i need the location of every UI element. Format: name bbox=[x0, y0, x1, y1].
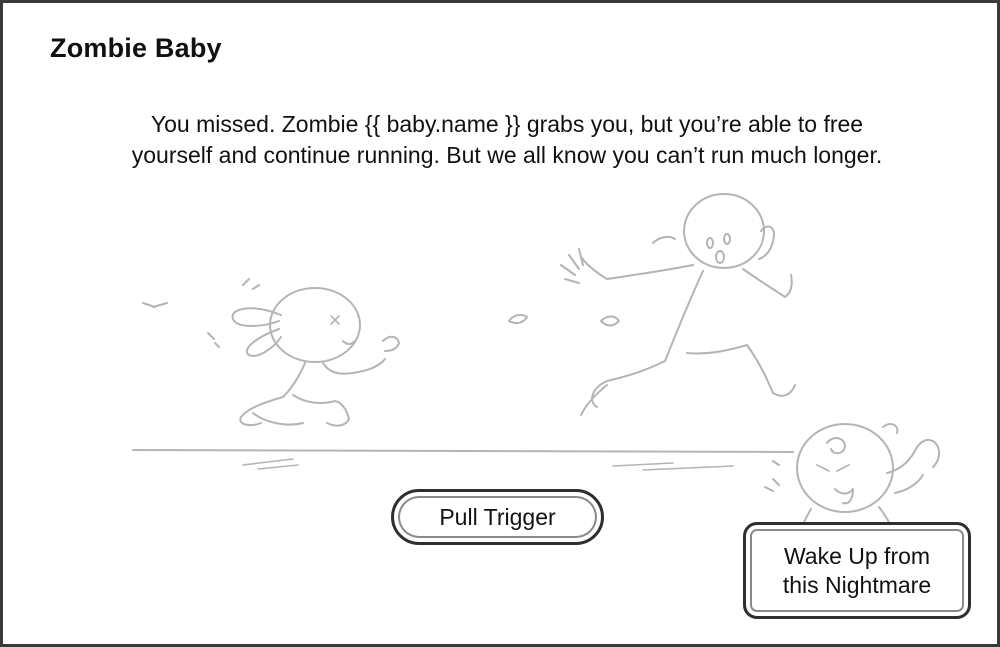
running-adult-sketch bbox=[508, 193, 796, 416]
wake-up-button[interactable]: Wake Up from this Nightmare bbox=[743, 522, 971, 619]
game-frame: Zombie Baby You missed. Zombie {{ baby.n… bbox=[0, 0, 1000, 647]
ground-line bbox=[132, 449, 794, 453]
zombie-baby-sketch bbox=[764, 423, 941, 530]
wake-up-label-line-1: Wake Up from bbox=[783, 542, 931, 569]
pull-trigger-label: Pull Trigger bbox=[439, 503, 556, 530]
running-baby-sketch bbox=[142, 278, 400, 427]
wake-up-label-line-2: this Nightmare bbox=[782, 571, 932, 598]
pull-trigger-button[interactable]: Pull Trigger bbox=[391, 489, 604, 545]
